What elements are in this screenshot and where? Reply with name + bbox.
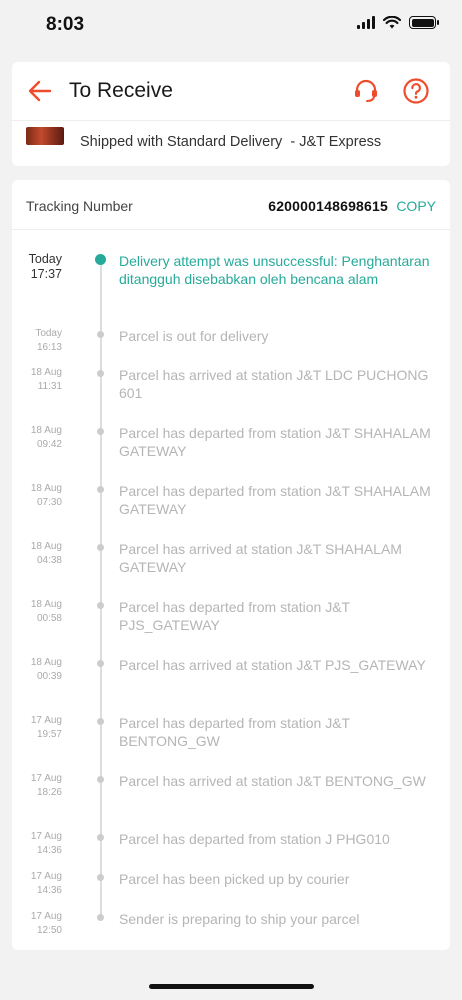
- headset-icon[interactable]: [352, 77, 380, 105]
- event-datetime: 18 Aug 11:31: [30, 367, 62, 392]
- copy-button[interactable]: COPY: [396, 198, 436, 214]
- event-description: Parcel has arrived at station J&T BENTON…: [119, 773, 426, 789]
- tracking-number-value: 620000148698615: [268, 198, 388, 214]
- event-dot: [97, 776, 104, 783]
- event-dot: [97, 834, 104, 841]
- shipping-method-text: Shipped with Standard Delivery - J&T Exp…: [80, 134, 382, 150]
- timeline-line: [100, 258, 102, 918]
- event-dot: [97, 660, 104, 667]
- event-datetime: Today 16:13: [35, 328, 62, 353]
- event-datetime: 17 Aug 14:36: [30, 871, 62, 896]
- signal-icon: [357, 16, 375, 29]
- event-dot: [97, 874, 104, 881]
- event-datetime: 17 Aug 19:57: [30, 715, 62, 740]
- tracking-number-label: Tracking Number: [26, 198, 133, 214]
- event-dot: [97, 428, 104, 435]
- event-datetime: 17 Aug 18:26: [30, 773, 62, 798]
- event-datetime: 18 Aug 00:58: [30, 599, 62, 624]
- status-icons: [357, 16, 439, 29]
- event-description: Delivery attempt was unsuccessful: Pengh…: [119, 253, 430, 287]
- shipping-info[interactable]: Shipped with Standard Delivery - J&T Exp…: [12, 120, 450, 166]
- event-datetime: 18 Aug 07:30: [30, 483, 62, 508]
- event-description: Parcel is out for delivery: [119, 328, 269, 344]
- event-description: Parcel has departed from station J&T SHA…: [119, 483, 431, 517]
- event-description: Parcel has departed from station J&T BEN…: [119, 715, 350, 749]
- status-time: 8:03: [46, 14, 85, 35]
- wifi-icon: [383, 16, 401, 29]
- event-dot: [97, 486, 104, 493]
- event-datetime: 17 Aug 12:50: [30, 911, 62, 936]
- event-description: Sender is preparing to ship your parcel: [119, 911, 360, 927]
- page-title: To Receive: [69, 79, 173, 102]
- event-description: Parcel has arrived at station J&T SHAHAL…: [119, 541, 402, 575]
- event-datetime: Today 17:37: [28, 252, 62, 281]
- event-datetime: 18 Aug 04:38: [30, 541, 62, 566]
- event-description: Parcel has departed from station J&T PJS…: [119, 599, 350, 633]
- event-dot: [97, 718, 104, 725]
- home-indicator: [149, 984, 314, 989]
- event-dot: [97, 331, 104, 338]
- event-dot: [97, 914, 104, 921]
- tracking-number-row: Tracking Number 620000148698615 COPY: [12, 180, 450, 230]
- app-screen: 8:03 To Receive Shipped with Standard De…: [0, 0, 462, 1000]
- event-dot: [95, 254, 106, 265]
- question-circle-icon[interactable]: [402, 77, 430, 105]
- event-datetime: 18 Aug 09:42: [30, 425, 62, 450]
- event-description: Parcel has been picked up by courier: [119, 871, 350, 887]
- battery-icon: [409, 16, 439, 29]
- header-bar: To Receive: [12, 62, 450, 120]
- status-bar: 8:03: [0, 0, 462, 50]
- back-button[interactable]: [26, 77, 54, 105]
- event-dot: [97, 544, 104, 551]
- event-dot: [97, 370, 104, 377]
- product-thumbnail: [26, 127, 64, 145]
- event-description: Parcel has arrived at station J&T PJS_GA…: [119, 657, 426, 673]
- event-dot: [97, 602, 104, 609]
- tracking-card: Tracking Number 620000148698615 COPY Tod…: [12, 180, 450, 950]
- event-description: Parcel has departed from station J&T SHA…: [119, 425, 431, 459]
- event-description: Parcel has arrived at station J&T LDC PU…: [119, 367, 429, 401]
- event-datetime: 17 Aug 14:36: [30, 831, 62, 856]
- event-datetime: 18 Aug 00:39: [30, 657, 62, 682]
- event-description: Parcel has departed from station J PHG01…: [119, 831, 390, 847]
